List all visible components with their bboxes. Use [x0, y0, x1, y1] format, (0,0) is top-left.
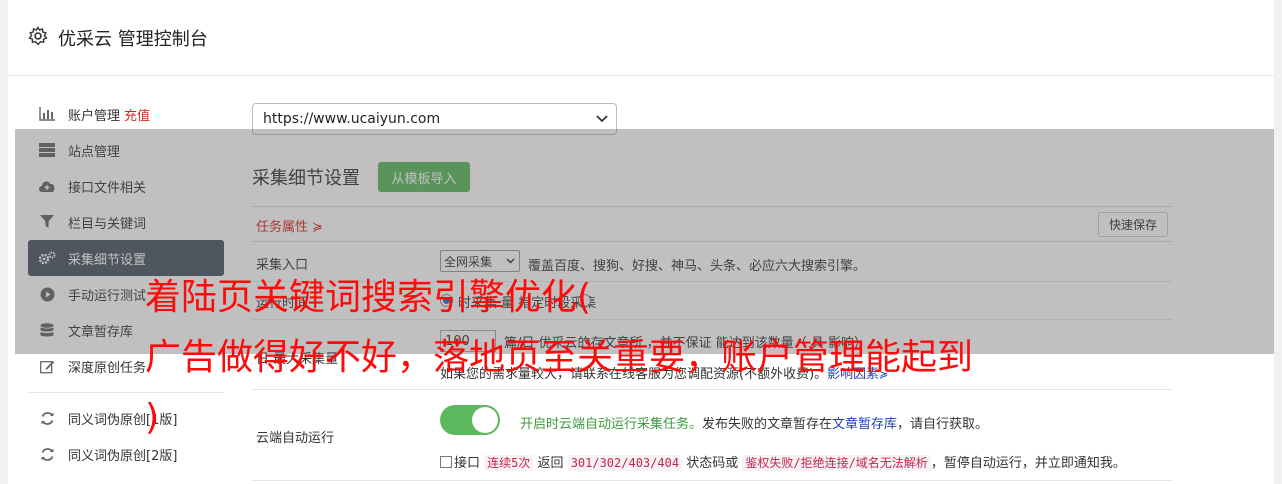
page-title: 优采云 管理控制台: [58, 29, 208, 50]
interface-pause-mid1: 返回: [537, 456, 564, 471]
row-divider: [252, 480, 1172, 481]
status-codes: 301/302/403/404: [567, 455, 683, 471]
scrollbar[interactable]: [1274, 0, 1282, 484]
gear-icon: [28, 26, 48, 46]
bar-chart-icon: [38, 106, 56, 122]
interface-pause-checkbox[interactable]: [440, 456, 452, 468]
refresh-icon: [38, 410, 56, 426]
interface-pause-pre: 接口: [454, 456, 481, 471]
interface-pause-post: ，暂停自动运行，并立即通知我。: [930, 456, 1126, 471]
sidebar-item-account[interactable]: 账户管理 充值: [28, 96, 224, 132]
site-url-value: https://www.ucaiyun.com: [263, 111, 441, 127]
overlay-line-3: ): [145, 397, 160, 438]
refresh-icon: [38, 446, 56, 462]
chevron-down-icon: [596, 115, 608, 123]
overlay-line-2: 广告做得好不好，落地页至关重要，账户管理能起到: [145, 337, 974, 378]
error-types: 鉴权失败/拒绝连接/域名无法解析: [742, 455, 931, 471]
recharge-link[interactable]: 充值: [124, 105, 150, 124]
consecutive-count: 连续5次: [484, 455, 534, 471]
sidebar-item-label: 账户管理: [68, 108, 121, 124]
interface-pause-option: 接口 连续5次 返回 301/302/403/404 状态码或 鉴权失败/拒绝连…: [440, 452, 1126, 471]
top-header: 优采云 管理控制台: [8, 0, 1274, 76]
ad-overlay-text: 着陆页关键词搜索引擎优化( 广告做得好不好，落地页至关重要，账户管理能起到 ): [145, 268, 1145, 448]
interface-pause-mid2: 状态码或: [686, 456, 739, 471]
overlay-line-1: 着陆页关键词搜索引擎优化(: [145, 277, 592, 318]
sidebar-item-label: 深度原创任务: [68, 360, 147, 376]
edit-icon: [38, 358, 56, 374]
